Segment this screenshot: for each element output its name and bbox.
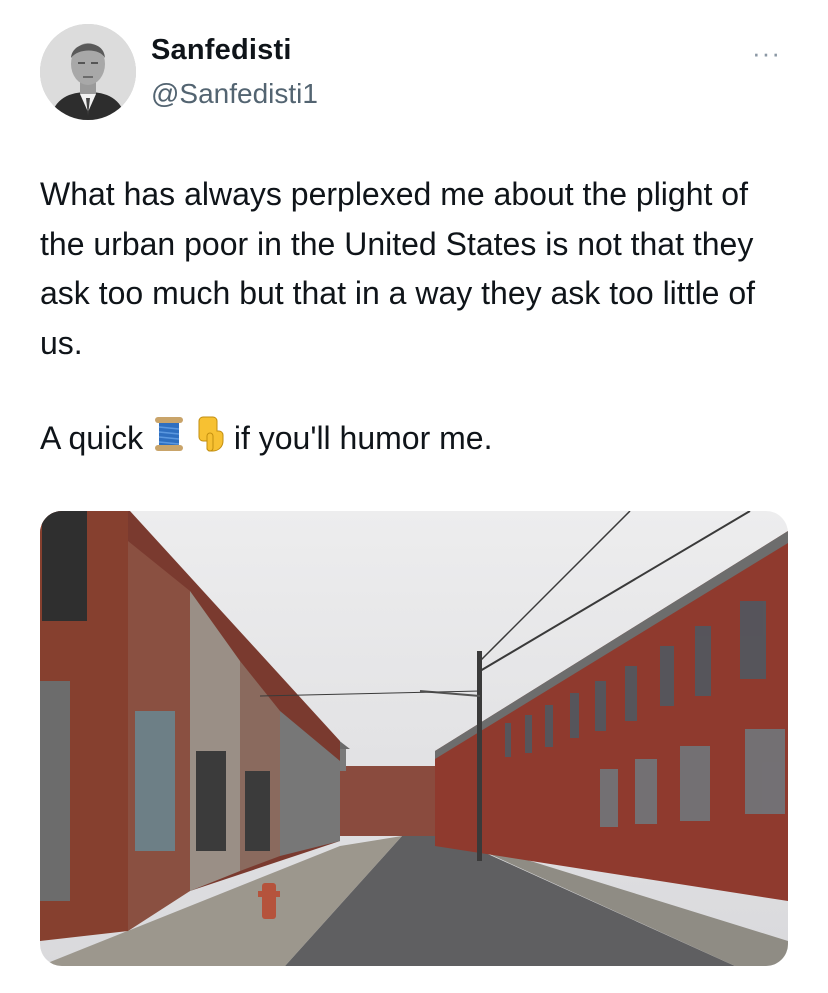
spool-of-thread-icon bbox=[152, 415, 186, 468]
tweet-line2-suffix: if you'll humor me. bbox=[233, 420, 493, 456]
tweet-text-line2: A quick if you'll humor me. bbox=[40, 414, 492, 468]
more-options-icon[interactable]: ··· bbox=[752, 38, 781, 69]
author-avatar[interactable] bbox=[40, 24, 136, 120]
tweet-line2-prefix: A quick bbox=[40, 420, 144, 456]
tweet-text: What has always perplexed me about the p… bbox=[40, 176, 756, 361]
tweet-photo[interactable] bbox=[40, 511, 788, 966]
author-handle[interactable]: @Sanfedisti1 bbox=[151, 78, 318, 110]
author-display-name[interactable]: Sanfedisti bbox=[151, 34, 292, 67]
pointing-down-hand-icon bbox=[195, 415, 225, 468]
